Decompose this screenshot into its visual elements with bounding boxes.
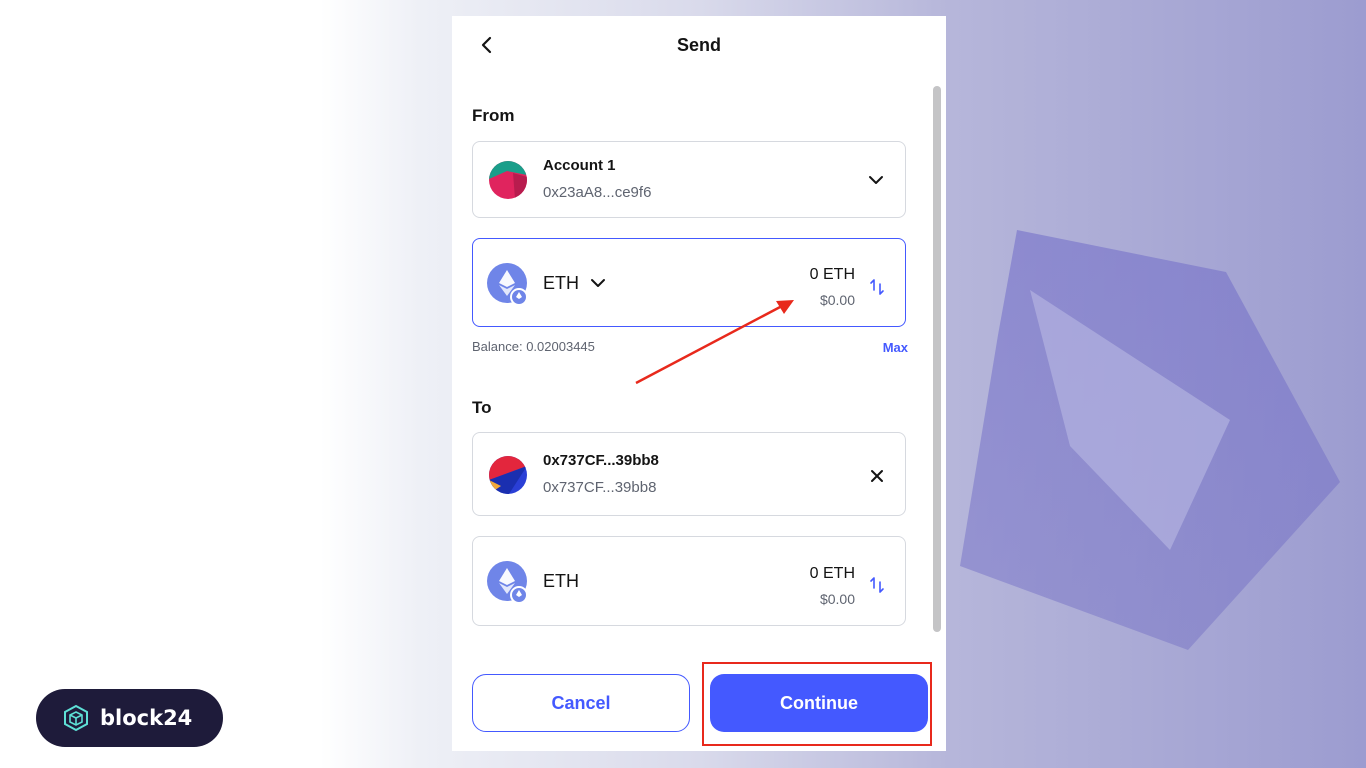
swap-icon[interactable] bbox=[869, 277, 885, 297]
cancel-button[interactable]: Cancel bbox=[472, 674, 690, 732]
from-token-amount-field[interactable]: ETH 0 ETH $0.00 bbox=[472, 238, 906, 327]
brand-name: block24 bbox=[100, 706, 193, 730]
page-title: Send bbox=[676, 35, 721, 55]
swap-icon[interactable] bbox=[869, 575, 885, 595]
from-amount-value[interactable]: 0 ETH bbox=[810, 266, 855, 284]
scrollbar-thumb[interactable] bbox=[933, 86, 941, 632]
continue-highlight-box bbox=[702, 662, 932, 746]
to-amount-value: 0 ETH bbox=[809, 565, 855, 582]
max-button[interactable]: Max bbox=[883, 340, 908, 355]
balance-text: Balance: 0.02003445 bbox=[472, 339, 595, 354]
recipient-name: 0x737CF...39bb8 bbox=[543, 452, 659, 469]
token-chevron-down-icon[interactable] bbox=[589, 274, 607, 292]
to-fiat-value: $0.00 bbox=[819, 591, 855, 607]
to-recipient-field[interactable]: 0x737CF...39bb8 0x737CF...39bb8 bbox=[472, 432, 906, 516]
send-panel: Send From Account 1 0x23aA8...ce9f6 ETH bbox=[452, 16, 946, 751]
from-account-address: 0x23aA8...ce9f6 bbox=[543, 184, 652, 201]
panel-header: Send bbox=[452, 16, 946, 76]
scrollbar[interactable] bbox=[931, 84, 943, 634]
chevron-down-icon[interactable] bbox=[867, 171, 885, 189]
from-account-selector[interactable]: Account 1 0x23aA8...ce9f6 bbox=[472, 141, 906, 218]
recipient-avatar bbox=[489, 456, 527, 494]
from-account-name: Account 1 bbox=[543, 157, 616, 174]
to-token-amount-field[interactable]: ETH 0 ETH $0.00 bbox=[472, 536, 906, 626]
eth-icon bbox=[487, 263, 527, 305]
from-token-symbol[interactable]: ETH bbox=[543, 273, 579, 294]
account-avatar bbox=[489, 161, 527, 199]
brand-logo: block24 bbox=[36, 689, 223, 747]
recipient-address: 0x737CF...39bb8 bbox=[543, 479, 657, 496]
to-token-symbol: ETH bbox=[543, 571, 579, 591]
from-fiat-value: $0.00 bbox=[819, 292, 855, 308]
to-label: To bbox=[472, 398, 492, 417]
from-label: From bbox=[472, 106, 515, 125]
eth-icon bbox=[487, 561, 527, 603]
close-icon[interactable] bbox=[869, 468, 885, 484]
cube-logo-icon bbox=[64, 704, 88, 732]
